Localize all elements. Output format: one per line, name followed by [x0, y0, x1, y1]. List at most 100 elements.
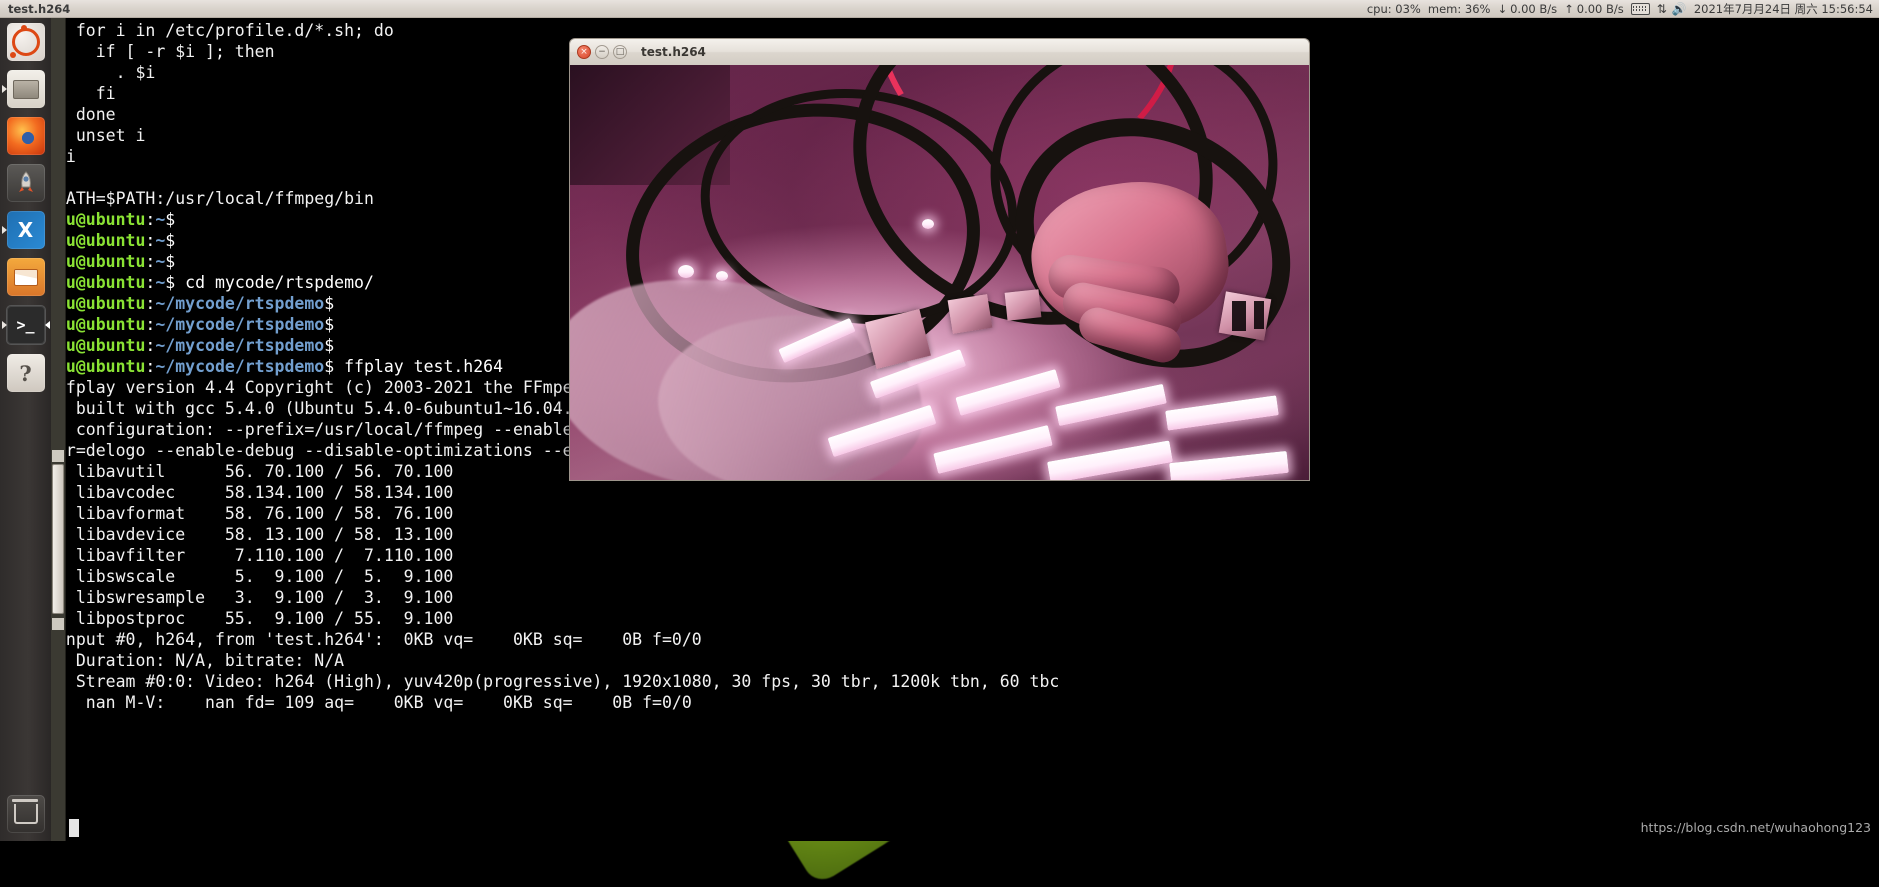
prompt-user: wu@ubuntu	[56, 294, 146, 313]
prompt-path: ~	[155, 231, 166, 250]
terminal-line: libpostproc 55. 9.100 / 55. 9.100	[56, 609, 454, 628]
launcher-item-software-updater[interactable]	[6, 164, 45, 202]
minimize-icon[interactable]: −	[595, 45, 609, 59]
prompt-dollar: $	[324, 336, 335, 355]
rocket-icon	[18, 171, 33, 192]
video-led-strip	[1165, 395, 1279, 431]
video-window-titlebar[interactable]: × − □ test.h264	[569, 38, 1310, 65]
close-icon[interactable]: ×	[577, 45, 591, 59]
prompt-user: wu@ubuntu	[56, 231, 146, 250]
scroll-up-arrow[interactable]	[52, 450, 64, 462]
video-window-title: test.h264	[641, 45, 706, 59]
ubuntu-logo-icon	[9, 25, 40, 58]
video-playback-surface[interactable]	[569, 65, 1310, 481]
running-indicator-icon	[1, 321, 7, 329]
prompt-separator: :	[145, 315, 156, 334]
terminal-cursor	[69, 819, 79, 837]
terminal-line: libavcodec 58.134.100 / 58.134.100	[56, 483, 454, 502]
launcher-item-thunderbird[interactable]	[6, 258, 45, 296]
video-specular-highlight	[922, 219, 934, 229]
running-indicator-icon	[1, 85, 7, 93]
video-specular-highlight	[716, 271, 728, 281]
panel-indicators: cpu: 03% mem: 36% ↓ 0.00 B/s ↑ 0.00 B/s …	[1367, 1, 1879, 17]
ffplay-video-window[interactable]: × − □ test.h264	[569, 38, 1310, 481]
launcher-item-ubuntu-dash[interactable]	[6, 23, 45, 61]
terminal-line: libavformat 58. 76.100 / 58. 76.100	[56, 504, 454, 523]
mem-label: mem: 36%	[1427, 1, 1491, 16]
download-arrow-icon: ↓	[1497, 1, 1508, 16]
terminal-icon: >_	[16, 316, 35, 334]
folder-icon	[12, 79, 39, 99]
prompt-path: ~	[155, 273, 166, 292]
vscode-icon: X	[17, 218, 34, 242]
cpu-label: cpu: 03%	[1366, 1, 1421, 16]
prompt-path: ~/mycode/rtspdemo	[155, 357, 325, 376]
keyboard-icon[interactable]	[1630, 2, 1650, 15]
prompt-dollar: $ cd mycode/rtspdemo/	[165, 273, 374, 292]
video-led-strip	[955, 369, 1061, 416]
prompt-separator: :	[145, 252, 156, 271]
prompt-dollar: $	[165, 210, 176, 229]
launcher-item-help[interactable]: ?	[6, 354, 45, 392]
upload-indicator[interactable]: ↑ 0.00 B/s	[1564, 2, 1624, 16]
launcher-item-trash[interactable]	[6, 795, 45, 833]
terminal-line: libswresample 3. 9.100 / 3. 9.100	[56, 588, 454, 607]
launcher-item-files[interactable]	[1, 70, 45, 108]
prompt-separator: :	[145, 336, 156, 355]
scroll-down-arrow[interactable]	[52, 618, 64, 630]
csdn-watermark: https://blog.csdn.net/wuhaohong123	[1640, 820, 1871, 835]
video-led-strip	[1047, 440, 1173, 480]
unity-top-panel[interactable]: test.h264 cpu: 03% mem: 36% ↓ 0.00 B/s ↑…	[0, 0, 1879, 18]
terminal-scrollbar[interactable]	[51, 18, 66, 841]
panel-window-title: test.h264	[8, 1, 71, 16]
terminal-line: libavdevice 58. 13.100 / 58. 13.100	[56, 525, 454, 544]
prompt-separator: :	[145, 231, 156, 250]
scrollbar-thumb[interactable]	[52, 464, 64, 614]
video-led-strip	[933, 425, 1053, 474]
mem-indicator[interactable]: mem: 36%	[1428, 2, 1491, 16]
clock-indicator[interactable]: 2021年7月月24日 周六 15:56:54	[1694, 1, 1873, 17]
network-updown-icon[interactable]: ⇅	[1657, 2, 1667, 16]
cpu-indicator[interactable]: cpu: 03%	[1367, 2, 1421, 16]
help-icon: ?	[19, 360, 32, 386]
volume-icon[interactable]: 🔊	[1672, 2, 1687, 16]
video-led-strip	[1055, 383, 1167, 427]
upload-rate-label: 0.00 B/s	[1576, 1, 1624, 16]
prompt-path: ~	[155, 210, 166, 229]
maximize-icon[interactable]: □	[613, 45, 627, 59]
launcher-item-terminal[interactable]: >_	[1, 305, 50, 345]
launcher-item-vscode[interactable]: X	[1, 211, 45, 249]
terminal-line: libavfilter 7.110.100 / 7.110.100	[56, 546, 454, 565]
prompt-user: wu@ubuntu	[56, 357, 146, 376]
prompt-user: wu@ubuntu	[56, 273, 146, 292]
prompt-path: ~/mycode/rtspdemo	[155, 315, 325, 334]
prompt-separator: :	[145, 357, 156, 376]
prompt-path: ~/mycode/rtspdemo	[155, 336, 325, 355]
terminal-line: Input #0, h264, from 'test.h264': 0KB vq…	[56, 630, 702, 649]
terminal-line: Stream #0:0: Video: h264 (High), yuv420p…	[56, 672, 1060, 691]
download-rate-label: 0.00 B/s	[1510, 1, 1558, 16]
prompt-user: wu@ubuntu	[56, 252, 146, 271]
terminal-line: libswscale 5. 9.100 / 5. 9.100	[56, 567, 454, 586]
terminal-line: Duration: N/A, bitrate: N/A	[56, 651, 345, 670]
video-object-box	[1004, 289, 1042, 321]
video-led-strip	[1169, 450, 1289, 480]
prompt-path: ~	[155, 252, 166, 271]
prompt-dollar: $	[324, 294, 335, 313]
prompt-dollar: $	[324, 315, 335, 334]
video-object-dark	[1254, 301, 1264, 329]
mail-icon	[13, 268, 38, 286]
terminal-line: nan M-V: nan fd= 109 aq= 0KB vq= 0KB sq=…	[56, 693, 692, 712]
prompt-user: wu@ubuntu	[56, 336, 146, 355]
unity-launcher[interactable]: X >_ ?	[0, 18, 51, 841]
trash-icon	[11, 799, 38, 824]
download-indicator[interactable]: ↓ 0.00 B/s	[1497, 2, 1557, 16]
prompt-dollar: $	[165, 231, 176, 250]
focused-indicator-icon	[44, 321, 50, 329]
prompt-separator: :	[145, 294, 156, 313]
prompt-path: ~/mycode/rtspdemo	[155, 294, 325, 313]
launcher-item-firefox[interactable]	[6, 117, 45, 155]
video-specular-highlight	[678, 265, 694, 278]
prompt-separator: :	[145, 273, 156, 292]
prompt-dollar: $ ffplay test.h264	[324, 357, 504, 376]
